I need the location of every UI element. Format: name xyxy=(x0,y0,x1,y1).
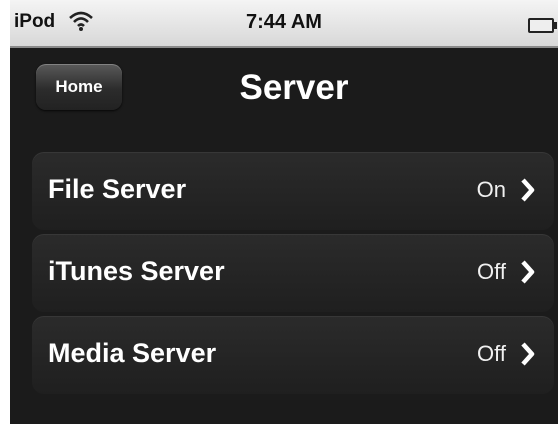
chevron-right-icon xyxy=(521,260,535,284)
status-time: 7:44 AM xyxy=(246,11,322,33)
chevron-right-icon xyxy=(521,342,535,366)
list-item-value: Off xyxy=(477,259,506,284)
list-item-media-server[interactable]: Media Server Off xyxy=(32,316,554,394)
chevron-right-icon xyxy=(521,178,535,202)
list-item-value: On xyxy=(476,177,506,202)
page-title: Server xyxy=(239,68,349,107)
list-item-itunes-server[interactable]: iTunes Server Off xyxy=(32,234,554,312)
list-item-file-server[interactable]: File Server On xyxy=(32,152,554,230)
list-item-label: File Server xyxy=(48,174,187,204)
status-bar: iPod 7:44 AM xyxy=(10,0,558,48)
battery-icon xyxy=(528,18,557,33)
list-item-label: iTunes Server xyxy=(48,256,225,286)
server-list: File Server On iTunes Server Off Media S… xyxy=(32,152,554,398)
list-item-value: Off xyxy=(477,341,506,366)
device-screen: iPod 7:44 AM Home Server File Server On … xyxy=(10,0,558,424)
navigation-bar: Home Server xyxy=(10,48,558,130)
list-item-label: Media Server xyxy=(48,338,217,368)
